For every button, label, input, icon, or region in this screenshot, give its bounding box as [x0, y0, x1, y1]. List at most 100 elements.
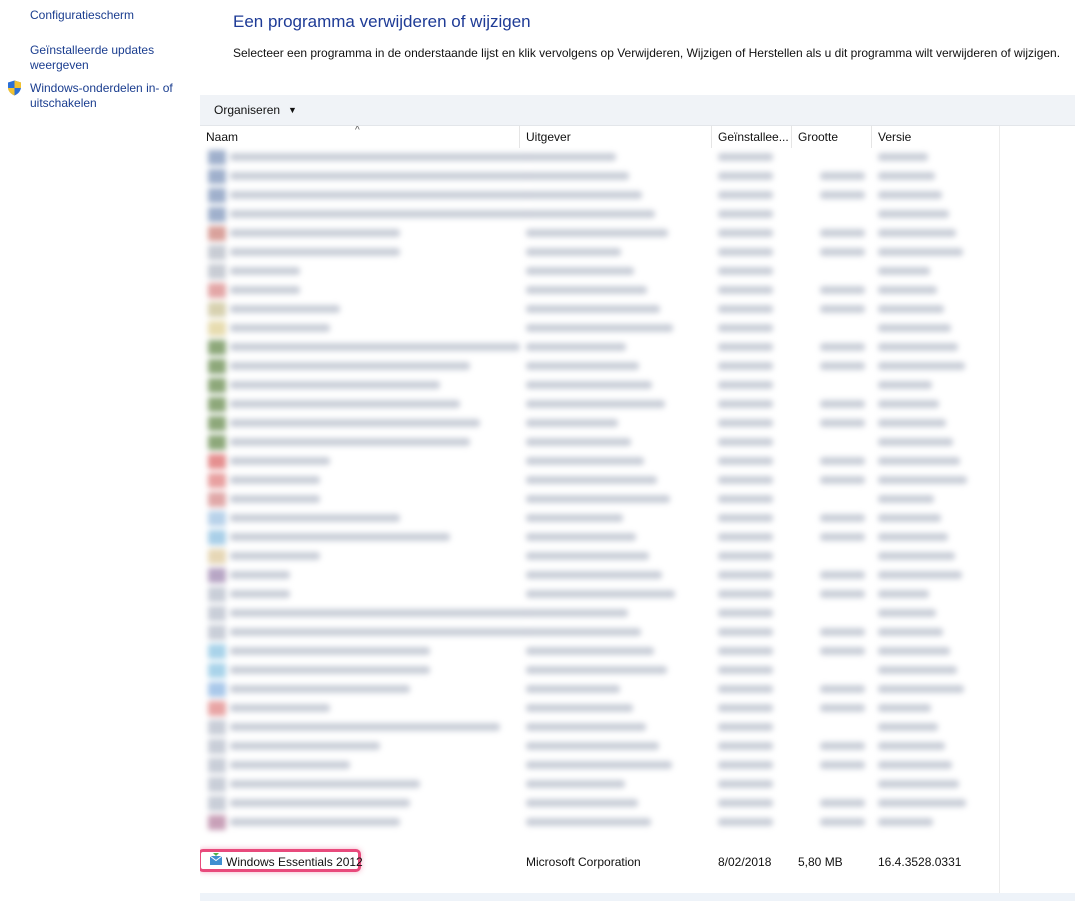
blurred-text	[526, 723, 646, 731]
blurred-text	[526, 818, 651, 826]
list-header: ^ Naam Uitgever Geïnstallee... Grootte V…	[200, 126, 1000, 148]
blurred-text	[526, 685, 620, 693]
sidebar-link-installed-updates[interactable]: Geïnstalleerde updates weergeven	[30, 43, 154, 73]
program-icon	[208, 397, 226, 412]
blurred-text	[718, 210, 773, 218]
blurred-text	[230, 704, 330, 712]
blurred-row	[200, 243, 1000, 262]
blurred-text	[526, 533, 636, 541]
blurred-text	[230, 590, 290, 598]
program-icon	[208, 511, 226, 526]
blurred-text	[718, 571, 773, 579]
blurred-text	[820, 647, 865, 655]
blurred-row	[200, 300, 1000, 319]
blurred-text	[526, 229, 668, 237]
blurred-text	[230, 191, 530, 199]
blurred-text	[230, 666, 430, 674]
blurred-row	[200, 148, 1000, 167]
blurred-text	[526, 400, 665, 408]
shield-icon	[8, 80, 21, 96]
blurred-row	[200, 775, 1000, 794]
blurred-row	[200, 756, 1000, 775]
program-icon	[208, 321, 226, 336]
blurred-text	[718, 514, 773, 522]
toolbar: Organiseren ▼	[200, 95, 1075, 126]
program-icon	[208, 302, 226, 317]
program-icon	[208, 758, 226, 773]
blurred-text	[718, 438, 773, 446]
blurred-text	[230, 552, 320, 560]
column-header-name[interactable]: ^ Naam	[200, 126, 520, 148]
blurred-text	[526, 742, 659, 750]
sidebar-link-control-panel[interactable]: Configuratiescherm	[30, 8, 134, 23]
blurred-text	[718, 685, 773, 693]
blurred-text	[820, 628, 865, 636]
blurred-text	[526, 286, 647, 294]
program-icon	[208, 245, 226, 260]
blurred-text	[718, 666, 773, 674]
program-icon	[208, 682, 226, 697]
blurred-text	[718, 267, 773, 275]
blurred-text	[230, 267, 300, 275]
blurred-text	[230, 628, 530, 636]
blurred-text	[230, 457, 330, 465]
blurred-text	[878, 495, 934, 503]
program-icon	[208, 378, 226, 393]
blurred-text	[230, 210, 530, 218]
blurred-text	[878, 172, 935, 180]
blurred-text	[526, 305, 660, 313]
blurred-text	[230, 248, 400, 256]
program-icon	[208, 207, 226, 222]
blurred-text	[526, 571, 662, 579]
blurred-text	[878, 324, 951, 332]
blurred-text	[820, 742, 865, 750]
blurred-text	[820, 457, 865, 465]
blurred-text	[878, 799, 966, 807]
scrollbar-area[interactable]	[999, 126, 1075, 901]
blurred-text	[230, 571, 290, 579]
sidebar-link-label-line1: Geïnstalleerde updates	[30, 43, 155, 57]
blurred-text	[718, 172, 773, 180]
blurred-text	[820, 590, 865, 598]
blurred-text	[230, 438, 470, 446]
blurred-text	[820, 533, 865, 541]
column-header-version[interactable]: Versie	[872, 126, 1000, 148]
column-header-installed[interactable]: Geïnstallee...	[712, 126, 792, 148]
blurred-text	[230, 761, 350, 769]
program-list[interactable]: ^ Naam Uitgever Geïnstallee... Grootte V…	[200, 126, 1000, 891]
sidebar-link-label-line1: Windows-onderdelen in- of	[30, 81, 173, 95]
blurred-text	[526, 514, 623, 522]
blurred-row	[200, 680, 1000, 699]
blurred-row	[200, 414, 1000, 433]
blurred-row	[200, 357, 1000, 376]
blurred-text	[878, 191, 942, 199]
blurred-text	[718, 229, 773, 237]
sidebar-link-windows-features[interactable]: Windows-onderdelen in- of uitschakelen	[30, 81, 173, 111]
blurred-text	[878, 571, 962, 579]
blurred-row	[200, 661, 1000, 680]
table-row-highlighted[interactable]: Windows Essentials 2012 Microsoft Corpor…	[200, 849, 1000, 872]
blurred-text	[820, 818, 865, 826]
blurred-row	[200, 699, 1000, 718]
column-header-size[interactable]: Grootte	[792, 126, 872, 148]
blurred-text	[230, 381, 440, 389]
organize-button[interactable]: Organiseren ▼	[214, 103, 297, 117]
blurred-text	[820, 248, 865, 256]
program-installed-date: 8/02/2018	[718, 855, 772, 869]
program-icon	[208, 169, 226, 184]
column-header-label: Naam	[206, 130, 239, 144]
column-header-label: Uitgever	[526, 130, 571, 144]
blurred-text	[526, 628, 641, 636]
blurred-text	[526, 666, 667, 674]
blurred-text	[820, 172, 865, 180]
blurred-text	[718, 153, 773, 161]
blurred-text	[820, 362, 865, 370]
blurred-text	[526, 476, 657, 484]
blurred-text	[718, 533, 773, 541]
blurred-text	[878, 628, 943, 636]
blurred-row	[200, 281, 1000, 300]
program-name: Windows Essentials 2012	[226, 855, 363, 869]
column-header-publisher[interactable]: Uitgever	[520, 126, 712, 148]
program-icon	[208, 720, 226, 735]
blurred-text	[820, 704, 865, 712]
